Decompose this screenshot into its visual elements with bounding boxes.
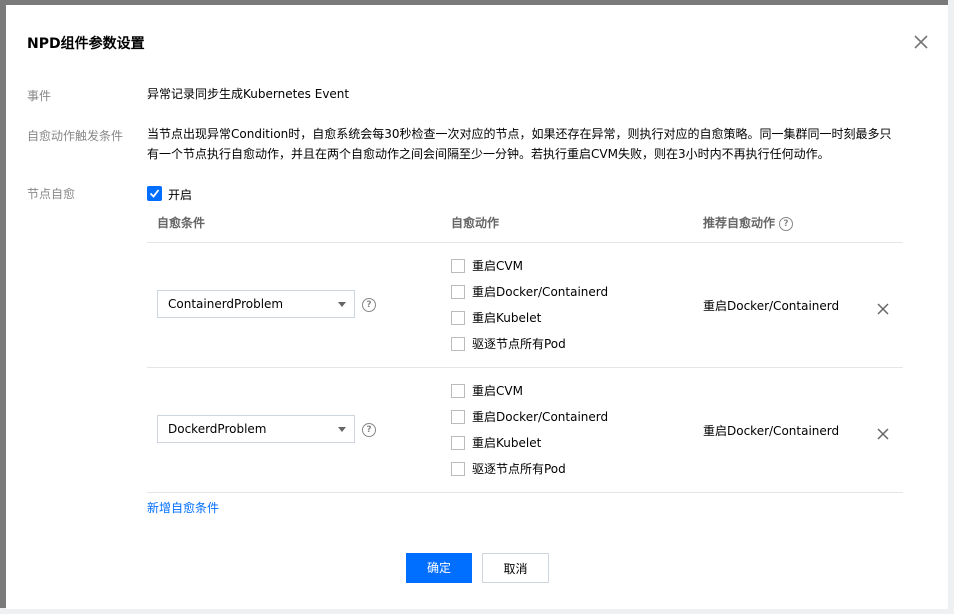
action-checkbox[interactable] — [451, 259, 465, 273]
chevron-down-icon — [338, 302, 346, 307]
column-recommended: 推荐自愈动作? — [703, 214, 794, 231]
action-label: 重启CVM — [472, 259, 523, 273]
delete-icon[interactable] — [877, 425, 889, 440]
help-icon[interactable]: ? — [362, 298, 376, 312]
enable-label[interactable]: 开启 — [168, 186, 192, 203]
cancel-button[interactable]: 取消 — [482, 553, 549, 583]
action-label: 驱逐节点所有Pod — [472, 337, 566, 351]
action-checkbox[interactable] — [451, 337, 465, 351]
action-label: 重启Docker/Containerd — [472, 410, 609, 424]
action-label: 重启CVM — [472, 384, 523, 398]
condition-select-value: DockerdProblem — [168, 422, 267, 436]
add-condition-link[interactable]: 新增自愈条件 — [147, 499, 219, 516]
action-label: 驱逐节点所有Pod — [472, 462, 566, 476]
action-label: 重启Docker/Containerd — [472, 285, 609, 299]
condition-select[interactable]: DockerdProblem — [157, 415, 355, 443]
chevron-down-icon — [338, 427, 346, 432]
action-checkbox[interactable] — [451, 311, 465, 325]
divider — [147, 242, 903, 243]
action-checkbox[interactable] — [451, 285, 465, 299]
help-icon[interactable]: ? — [779, 216, 794, 231]
column-action: 自愈动作 — [451, 216, 500, 230]
close-icon[interactable] — [914, 34, 928, 49]
recommended-action: 重启Docker/Containerd — [703, 424, 840, 438]
action-checkbox[interactable] — [451, 410, 465, 424]
recommended-action: 重启Docker/Containerd — [703, 299, 840, 313]
delete-icon[interactable] — [877, 300, 889, 315]
action-checkbox[interactable] — [451, 462, 465, 476]
divider — [147, 367, 903, 368]
divider — [147, 492, 903, 493]
action-checkbox[interactable] — [451, 384, 465, 398]
trigger-label: 自愈动作触发条件 — [27, 129, 124, 143]
action-checkbox[interactable] — [451, 436, 465, 450]
dialog-title: NPD组件参数设置 — [27, 36, 145, 52]
enable-checkbox[interactable] — [147, 186, 162, 201]
trigger-description: 当节点出现异常Condition时，自愈系统会每30秒检查一次对应的节点，如果还… — [147, 127, 892, 161]
backdrop — [948, 0, 954, 614]
self-heal-label: 节点自愈 — [27, 187, 76, 201]
condition-select[interactable]: ContainerdProblem — [157, 290, 355, 318]
npd-settings-dialog: NPD组件参数设置 事件 异常记录同步生成Kubernetes Event 自愈… — [6, 5, 948, 609]
action-label: 重启Kubelet — [472, 311, 542, 325]
event-value: 异常记录同步生成Kubernetes Event — [147, 87, 350, 101]
column-recommended-label: 推荐自愈动作 — [703, 216, 776, 230]
event-label: 事件 — [27, 89, 52, 103]
help-icon[interactable]: ? — [362, 423, 376, 437]
column-condition: 自愈条件 — [157, 216, 206, 230]
ok-button[interactable]: 确定 — [406, 553, 472, 583]
action-label: 重启Kubelet — [472, 436, 542, 450]
condition-select-value: ContainerdProblem — [168, 297, 284, 311]
